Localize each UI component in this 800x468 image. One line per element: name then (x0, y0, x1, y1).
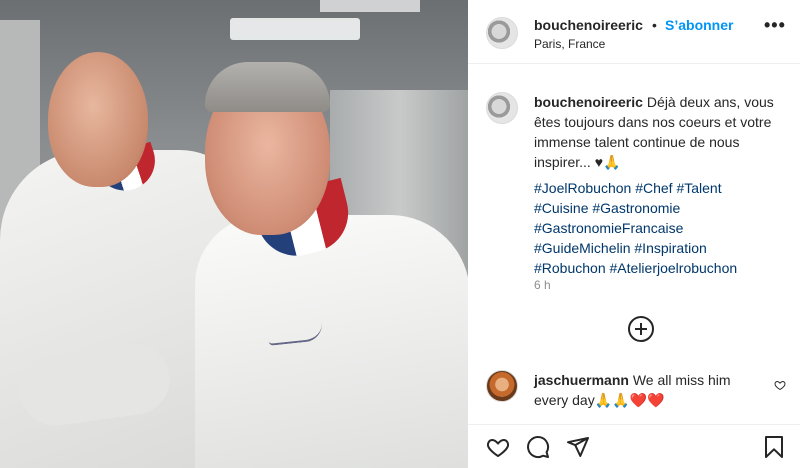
hashtag[interactable]: #GuideMichelin (534, 240, 631, 256)
hashtag[interactable]: #Gastronomie (592, 200, 680, 216)
chef-right-jacket (195, 215, 468, 468)
author-avatar[interactable] (486, 17, 518, 49)
hashtag[interactable]: #Talent (676, 180, 721, 196)
post-photo[interactable] (0, 0, 468, 468)
comment-like-heart-icon[interactable] (774, 379, 786, 391)
hashtag[interactable]: #JoelRobuchon (534, 180, 631, 196)
ceiling-light (320, 0, 420, 12)
hashtag[interactable]: #Inspiration (634, 240, 706, 256)
post-header: bouchenoireeric • S’abonner Paris, Franc… (468, 0, 800, 64)
commenter-username[interactable]: jaschuermann (534, 372, 629, 388)
paper-plane-icon[interactable] (566, 435, 590, 459)
chef-right-hair (205, 62, 330, 112)
caption: bouchenoireeric Déjà deux ans, vous êtes … (534, 92, 794, 172)
post-timestamp[interactable]: 6 h (534, 278, 551, 292)
bookmark-icon[interactable] (762, 435, 786, 459)
hashtag[interactable]: #Cuisine (534, 200, 588, 216)
commenter-avatar[interactable] (486, 370, 518, 402)
ceiling-light (230, 18, 360, 40)
chef-left-head (48, 52, 148, 187)
separator-dot: • (652, 17, 657, 33)
author-username[interactable]: bouchenoireeric (534, 17, 643, 33)
post-side-panel: bouchenoireeric • S’abonner Paris, Franc… (468, 0, 800, 468)
heart-icon[interactable] (486, 435, 510, 459)
hashtag-list: #JoelRobuchon #Chef #Talent #Cuisine #Ga… (534, 178, 794, 278)
follow-button[interactable]: S’abonner (665, 17, 733, 33)
action-bar (468, 424, 800, 468)
comment-body: jaschuermann We all miss him every day🙏🙏… (534, 370, 754, 410)
hashtag[interactable]: #Atelierjoelrobuchon (610, 260, 738, 276)
comment-bubble-icon[interactable] (526, 435, 550, 459)
caption-author-username[interactable]: bouchenoireeric (534, 94, 643, 110)
plus-circle-icon[interactable] (628, 316, 654, 342)
hashtag[interactable]: #Robuchon (534, 260, 606, 276)
hashtag[interactable]: #GastronomieFrancaise (534, 220, 683, 236)
post-location[interactable]: Paris, France (534, 37, 605, 51)
hashtag[interactable]: #Chef (635, 180, 672, 196)
caption-author-avatar[interactable] (486, 92, 518, 124)
more-options-icon[interactable]: ••• (764, 16, 785, 36)
